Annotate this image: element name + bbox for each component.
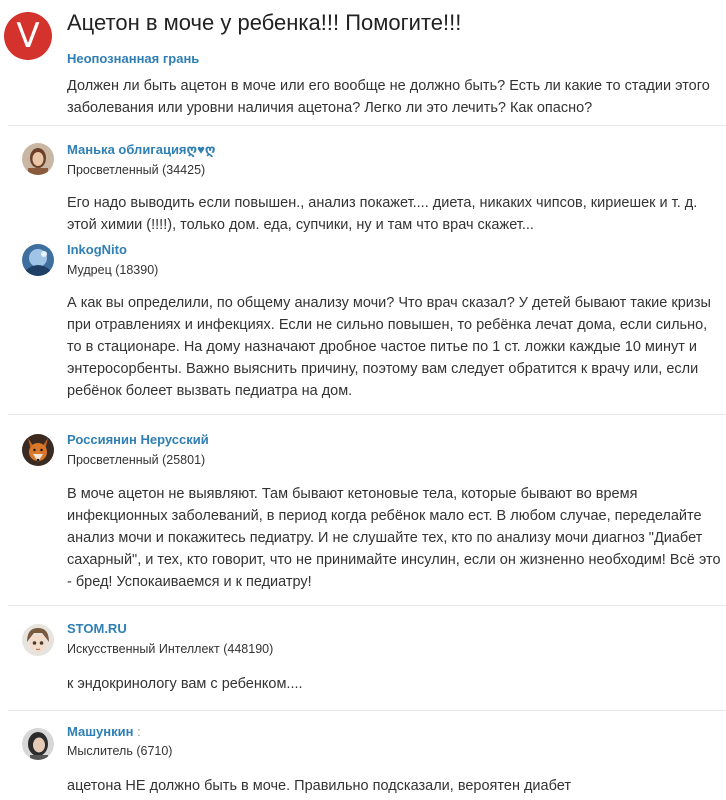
answer-body: Его надо выводить если повышен., анализ … bbox=[67, 195, 698, 233]
answer-avatar[interactable] bbox=[22, 143, 54, 175]
avatar-letter: V bbox=[16, 16, 40, 56]
divider bbox=[8, 414, 726, 415]
author-rank: Мыслитель (6710) bbox=[67, 744, 173, 758]
answer-author-link[interactable]: STOM.RU bbox=[67, 621, 127, 636]
answer-body: ацетона НЕ должно быть в моче. Правильно… bbox=[67, 778, 571, 794]
question-body: Должен ли быть ацетон в моче или его воо… bbox=[67, 78, 710, 116]
divider bbox=[8, 605, 726, 606]
answer-author-link[interactable]: Манька облигацияღ♥ღ bbox=[67, 142, 215, 158]
author-name: Машункин bbox=[67, 724, 134, 739]
question-author-avatar[interactable]: V bbox=[4, 12, 52, 60]
answer-author-link[interactable]: InkogNito bbox=[67, 242, 127, 257]
answer-avatar[interactable] bbox=[22, 434, 54, 466]
author-name-decoration: : bbox=[137, 724, 141, 739]
user-photo-icon bbox=[22, 728, 54, 760]
anime-face-icon bbox=[22, 624, 54, 656]
author-rank: Искусственный Интеллект (448190) bbox=[67, 642, 274, 656]
author-name: Манька облигация bbox=[67, 142, 187, 157]
question-title: Ацетон в моче у ребенка!!! Помогите!!! bbox=[67, 10, 462, 35]
answer-author-link[interactable]: Россиянин Нерусский bbox=[67, 432, 209, 447]
divider bbox=[8, 125, 726, 126]
answer-avatar[interactable] bbox=[22, 728, 54, 760]
question-author-link[interactable]: Неопознанная грань bbox=[67, 51, 199, 66]
answer-body: В моче ацетон не выявляют. Там бывают ке… bbox=[67, 486, 721, 590]
fox-icon bbox=[22, 434, 54, 466]
answer-author-link[interactable]: Машункин : bbox=[67, 724, 141, 739]
answer-body: к эндокринологу вам с ребенком.... bbox=[67, 676, 303, 692]
author-rank: Мудрец (18390) bbox=[67, 263, 159, 277]
author-name-decoration: ღ♥ღ bbox=[186, 142, 216, 157]
user-photo-icon bbox=[22, 244, 54, 276]
author-rank: Просветленный (25801) bbox=[67, 453, 206, 467]
answer-avatar[interactable] bbox=[22, 624, 54, 656]
answer-avatar[interactable] bbox=[22, 244, 54, 276]
author-rank: Просветленный (34425) bbox=[67, 163, 206, 177]
divider bbox=[8, 710, 726, 711]
answer-body: А как вы определили, по общему анализу м… bbox=[67, 295, 711, 399]
user-photo-icon bbox=[22, 143, 54, 175]
